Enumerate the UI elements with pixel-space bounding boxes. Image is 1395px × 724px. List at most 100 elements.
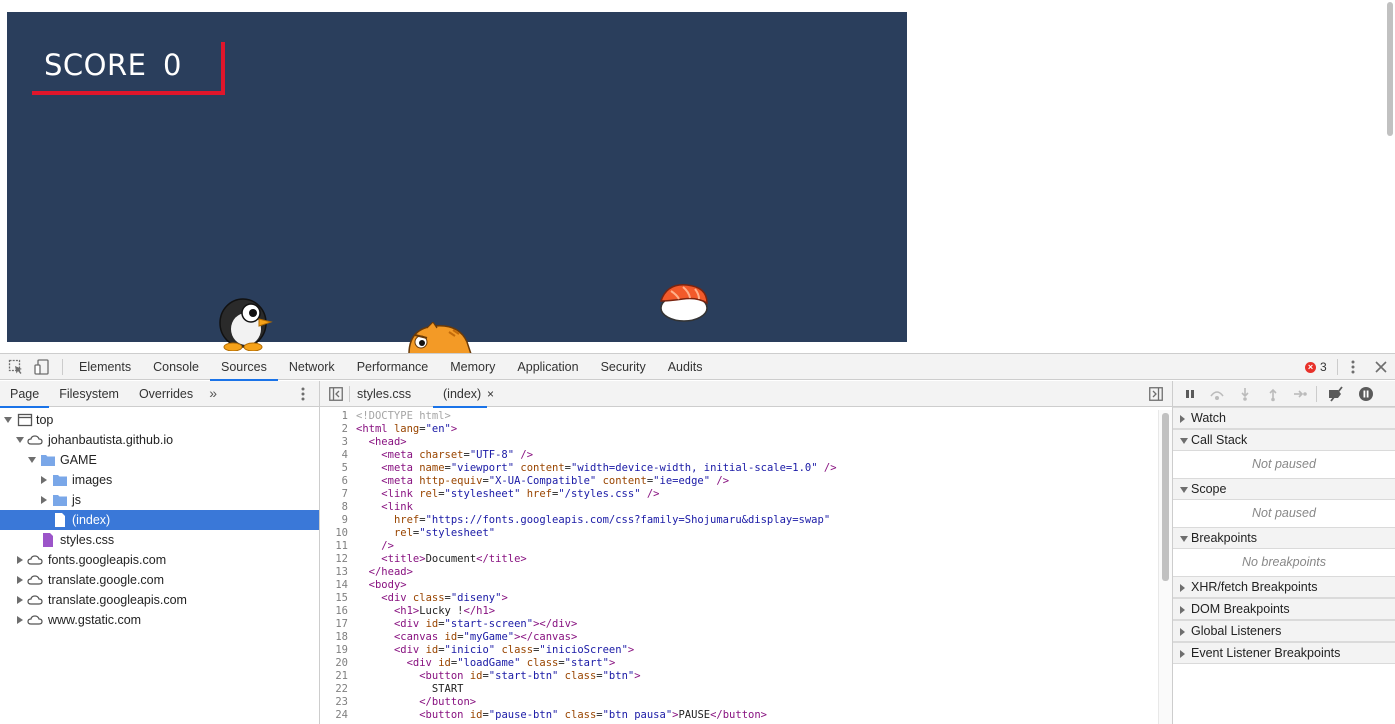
tab-console[interactable]: Console [142,354,210,380]
line-number[interactable]: 1 [320,410,348,423]
nav-tab-overrides[interactable]: Overrides [129,381,203,407]
code-line[interactable]: 20 <div id="loadGame" class="start"> [320,657,1172,670]
line-number[interactable]: 17 [320,618,348,631]
tab-performance[interactable]: Performance [346,354,440,380]
code-line[interactable]: 13 </head> [320,566,1172,579]
pane-header-dom-breakpoints[interactable]: DOM Breakpoints [1173,598,1395,620]
pause-on-exceptions-icon[interactable] [1358,386,1374,402]
line-number[interactable]: 18 [320,631,348,644]
line-number[interactable]: 16 [320,605,348,618]
editor-tab-styles[interactable]: styles.css [357,381,411,407]
code-line[interactable]: 22 START [320,683,1172,696]
line-number[interactable]: 3 [320,436,348,449]
line-number[interactable]: 6 [320,475,348,488]
pane-header-global-listeners[interactable]: Global Listeners [1173,620,1395,642]
game-canvas[interactable]: SCORE 0 [7,12,907,353]
more-tabs-icon[interactable]: » [203,381,223,406]
pane-header-scope[interactable]: Scope [1173,478,1395,500]
tab-sources[interactable]: Sources [209,354,278,381]
pane-header-breakpoints[interactable]: Breakpoints [1173,527,1395,549]
tab-application[interactable]: Application [506,354,589,380]
line-number[interactable]: 12 [320,553,348,566]
error-counter[interactable]: × 3 [1305,360,1327,374]
tree-item-domain[interactable]: johanbautista.github.io [0,430,319,450]
code-line[interactable]: 10 rel="stylesheet" [320,527,1172,540]
line-number[interactable]: 9 [320,514,348,527]
code-view[interactable]: 1 <!DOCTYPE html> 2 <html lang="en"> 3 <head… [320,410,1172,724]
nav-tab-filesystem[interactable]: Filesystem [49,381,129,407]
line-number[interactable]: 22 [320,683,348,696]
inspect-element-icon[interactable] [8,359,24,375]
tab-elements[interactable]: Elements [68,354,142,380]
code-line[interactable]: 2 <html lang="en"> [320,423,1172,436]
tree-item-domain[interactable]: www.gstatic.com [0,610,319,630]
close-tab-icon[interactable]: × [487,381,494,407]
line-number[interactable]: 15 [320,592,348,605]
device-toolbar-icon[interactable] [34,359,50,375]
debugger-sidebar: Watch Call Stack Not paused Scope Not paused… [1172,381,1395,724]
code-line[interactable]: 1 <!DOCTYPE html> [320,410,1172,423]
pane-header-watch[interactable]: Watch [1173,407,1395,429]
line-number[interactable]: 23 [320,696,348,709]
toggle-navigator-icon[interactable] [329,387,343,401]
customize-menu-icon[interactable] [1346,359,1360,375]
code-line[interactable]: 5 <meta name="viewport" content="width=d… [320,462,1172,475]
line-number[interactable]: 19 [320,644,348,657]
tree-item-top[interactable]: top [0,410,319,430]
code-line[interactable]: 4 <meta charset="UTF-8" /> [320,449,1172,462]
code-line[interactable]: 19 <div id="inicio" class="inicioScreen"… [320,644,1172,657]
line-number[interactable]: 20 [320,657,348,670]
code-line[interactable]: 17 <div id="start-screen"></div> [320,618,1172,631]
line-number[interactable]: 5 [320,462,348,475]
code-line[interactable]: 21 <button id="start-btn" class="btn"> [320,670,1172,683]
code-line[interactable]: 8 <link [320,501,1172,514]
line-number[interactable]: 7 [320,488,348,501]
page-scrollbar[interactable] [1385,0,1395,353]
pane-header-xhr-fetch-breakpoints[interactable]: XHR/fetch Breakpoints [1173,576,1395,598]
cat-sprite [408,322,472,353]
tab-audits[interactable]: Audits [657,354,714,380]
code-line[interactable]: 18 <canvas id="myGame"></canvas> [320,631,1172,644]
pause-icon[interactable] [1182,386,1198,402]
code-line[interactable]: 16 <h1>Lucky !</h1> [320,605,1172,618]
line-number[interactable]: 11 [320,540,348,553]
code-line[interactable]: 14 <body> [320,579,1172,592]
toggle-debugger-icon[interactable] [1149,387,1163,401]
editor-tab-index[interactable]: (index) [432,381,488,408]
line-number[interactable]: 21 [320,670,348,683]
code-line[interactable]: 3 <head> [320,436,1172,449]
tab-memory[interactable]: Memory [439,354,506,380]
pane-header-event-listener-breakpoints[interactable]: Event Listener Breakpoints [1173,642,1395,664]
tree-item-domain[interactable]: fonts.googleapis.com [0,550,319,570]
code-line[interactable]: 6 <meta http-equiv="X-UA-Compatible" con… [320,475,1172,488]
code-line[interactable]: 7 <link rel="stylesheet" href="/styles.c… [320,488,1172,501]
navigator-menu-icon[interactable] [296,386,310,402]
code-line[interactable]: 23 </button> [320,696,1172,709]
line-number[interactable]: 13 [320,566,348,579]
tree-item-file[interactable]: styles.css [0,530,319,550]
deactivate-breakpoints-icon[interactable] [1328,386,1344,402]
tree-item-folder[interactable]: images [0,470,319,490]
tree-item-folder[interactable]: js [0,490,319,510]
editor-scrollbar[interactable] [1158,410,1172,724]
line-number[interactable]: 2 [320,423,348,436]
nav-tab-page[interactable]: Page [0,381,50,408]
tree-item-domain[interactable]: translate.googleapis.com [0,590,319,610]
code-line[interactable]: 15 <div class="diseny"> [320,592,1172,605]
line-number[interactable]: 4 [320,449,348,462]
tab-network[interactable]: Network [278,354,346,380]
tree-item-folder[interactable]: GAME [0,450,319,470]
close-icon[interactable] [1373,359,1389,375]
tab-security[interactable]: Security [590,354,657,380]
code-line[interactable]: 9 href="https://fonts.googleapis.com/css… [320,514,1172,527]
line-number[interactable]: 24 [320,709,348,722]
code-line[interactable]: 24 <button id="pause-btn" class="btn pau… [320,709,1172,722]
code-line[interactable]: 11 /> [320,540,1172,553]
line-number[interactable]: 10 [320,527,348,540]
line-number[interactable]: 8 [320,501,348,514]
tree-item-file[interactable]: (index) [0,510,319,530]
pane-header-call-stack[interactable]: Call Stack [1173,429,1395,451]
code-line[interactable]: 12 <title>Document</title> [320,553,1172,566]
line-number[interactable]: 14 [320,579,348,592]
tree-item-domain[interactable]: translate.google.com [0,570,319,590]
